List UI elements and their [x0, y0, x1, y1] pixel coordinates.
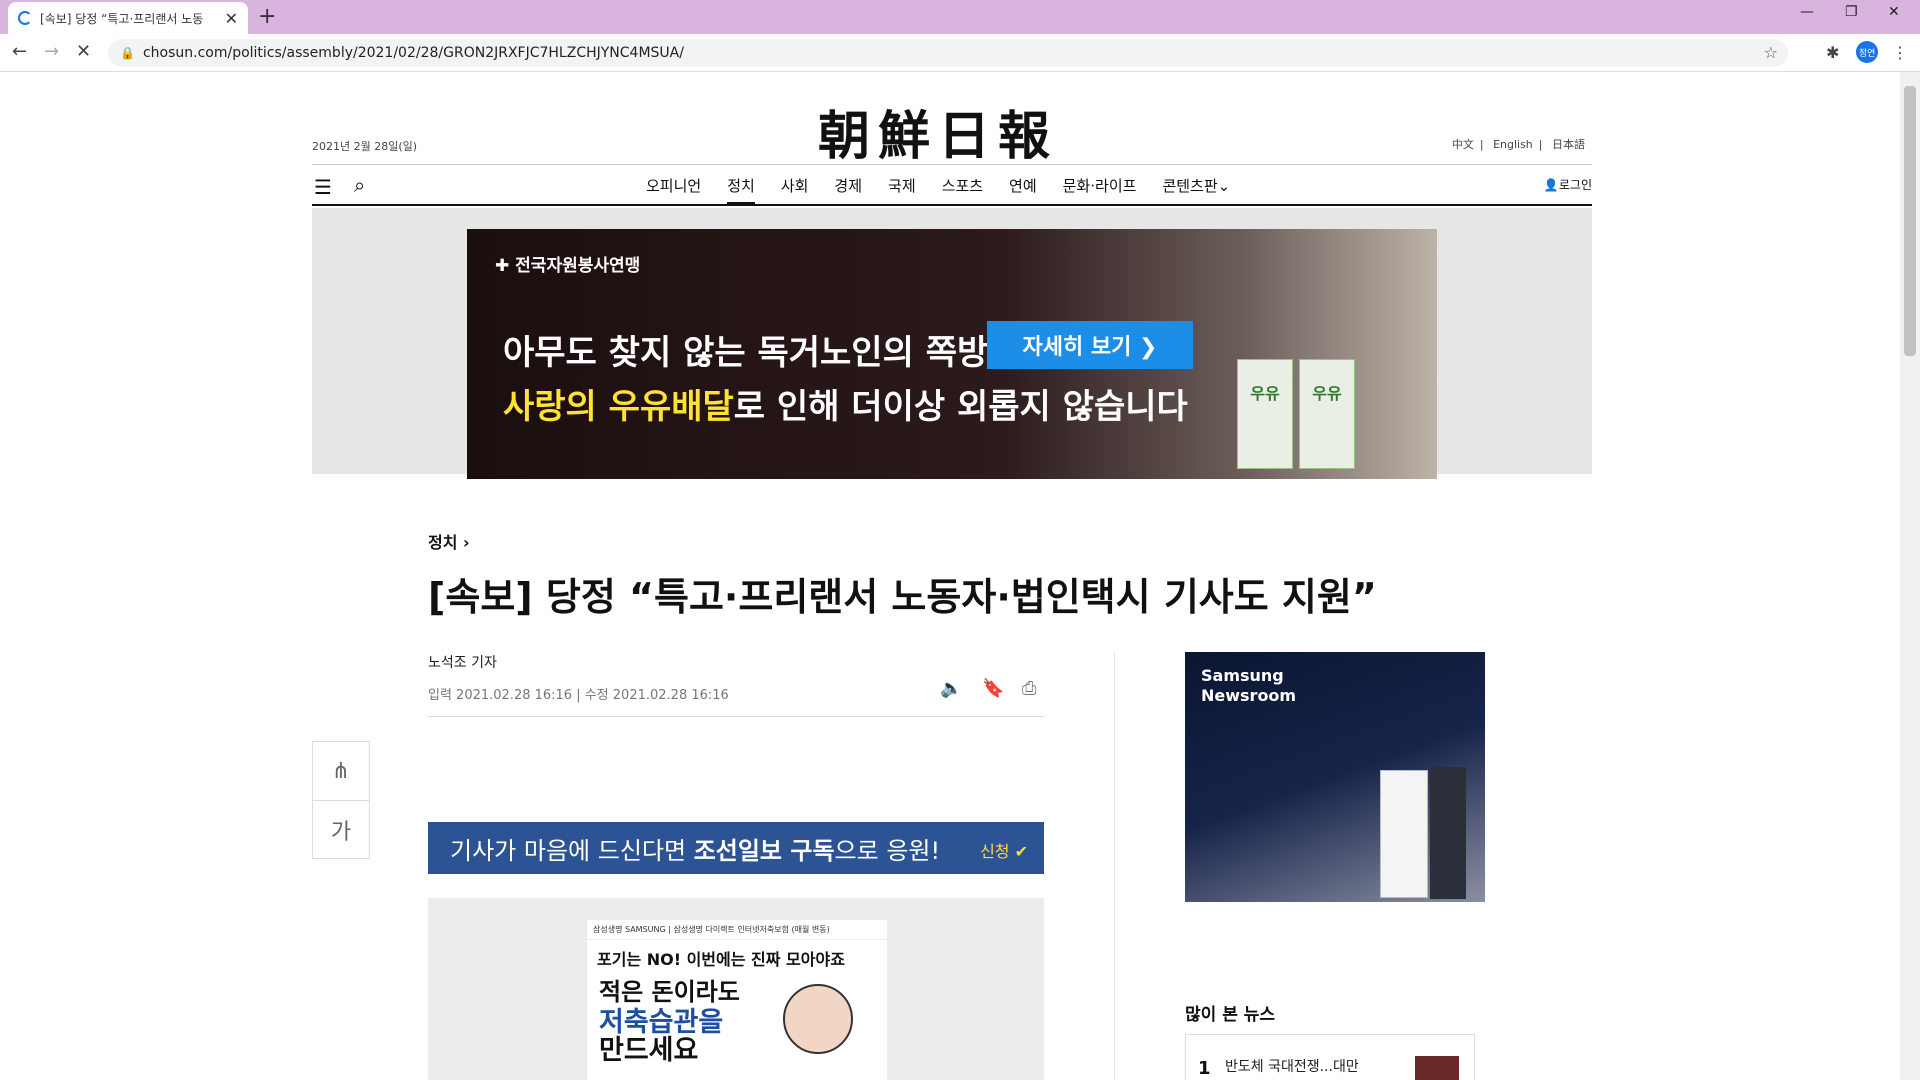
in-article-ad-area: 삼성생명 SAMSUNG | 삼성생명 다이렉트 인터넷저축보험 (매월 변동)… — [428, 898, 1044, 1080]
bookmark-icon[interactable]: 🔖 — [982, 678, 1004, 699]
url-text: chosun.com/politics/assembly/2021/02/28/… — [142, 45, 684, 61]
top-ad-area: ✚ 전국자원봉사연맹 아무도 찾지 않는 독거노인의 쪽방 사랑의 우유배달로 … — [312, 208, 1592, 479]
menu-dots-icon[interactable]: ⋮ — [1892, 43, 1908, 62]
chevron-down-icon: ⌄ — [1217, 177, 1231, 195]
volunteer-banner-ad[interactable]: ✚ 전국자원봉사연맹 아무도 찾지 않는 독거노인의 쪽방 사랑의 우유배달로 … — [467, 229, 1437, 479]
page: 朝鮮日報 2021년 2월 28일(일) 中文 | English | 日本語 ☰ … — [0, 72, 1900, 1080]
nav-item-society[interactable]: 사회 — [781, 175, 809, 204]
tab-title: [속보] 당정 “특고·프리랜서 노동 — [40, 11, 204, 26]
today-date: 2021년 2월 28일(일) — [312, 140, 418, 153]
subscribe-text: 기사가 마음에 드신다면 조선일보 구독으로 응원! — [450, 831, 940, 866]
main-nav: ☰ ⌕ 오피니언 정치 사회 경제 국제 스포츠 연예 문화·라이프 콘텐츠판⌄… — [312, 164, 1592, 206]
banner-org: ✚ 전국자원봉사연맹 — [495, 251, 640, 276]
banner-line2-rest: 로 인해 더이상 외롭지 않습니다 — [733, 387, 1188, 427]
font-size-button[interactable]: 가 — [313, 800, 369, 858]
hamburger-icon[interactable]: ☰ — [314, 175, 332, 199]
nav-item-entertainment[interactable]: 연예 — [1009, 175, 1037, 204]
subscribe-apply-button[interactable]: 신청 ✔ — [980, 838, 1028, 862]
restore-icon[interactable]: ❐ — [1845, 4, 1858, 20]
browser-tab-bar: [속보] 당정 “특고·프리랜서 노동 ✕ + — ❐ ✕ — [0, 0, 1920, 34]
login-label: 로그인 — [1558, 178, 1592, 192]
samsung-newsroom-ad[interactable]: Samsung Newsroom — [1185, 652, 1485, 902]
lock-icon: 🔒 — [120, 46, 135, 60]
subscribe-text-post: 으로 응원! — [834, 836, 941, 865]
samsung-ad-title-line1: Samsung — [1201, 666, 1284, 685]
close-tab-icon[interactable]: ✕ — [225, 9, 238, 28]
forward-icon[interactable]: → — [44, 41, 59, 62]
popular-item-thumbnail[interactable] — [1415, 1056, 1459, 1080]
popular-item-title[interactable]: 반도체 국대전쟁...대만 TSMC, 삼성의 '초격차 전략'으로 삼성 넘다 — [1225, 1057, 1375, 1080]
language-links: 中文 | English | 日本語 — [1451, 138, 1585, 151]
nav-item-contents[interactable]: 콘텐츠판⌄ — [1162, 175, 1230, 204]
search-icon[interactable]: ⌕ — [354, 173, 365, 197]
audio-speaker-icon[interactable]: 🔈 — [940, 678, 962, 699]
close-window-icon[interactable]: ✕ — [1888, 4, 1900, 20]
banner-org-label: 전국자원봉사연맹 — [515, 256, 641, 276]
subscribe-text-strong: 조선일보 구독 — [693, 836, 835, 865]
loading-spinner-icon — [18, 11, 32, 25]
back-icon[interactable]: ← — [12, 41, 27, 62]
ad-top-line: 삼성생명 SAMSUNG | 삼성생명 다이렉트 인터넷저축보험 (매월 변동) — [587, 920, 887, 940]
popular-rank: 1 — [1198, 1058, 1211, 1079]
lang-japanese[interactable]: 日本語 — [1552, 138, 1585, 151]
samsung-ad-title: Samsung Newsroom — [1201, 666, 1296, 706]
url-input[interactable]: 🔒 chosun.com/politics/assembly/2021/02/2… — [108, 39, 1788, 67]
section-breadcrumb[interactable]: 정치 › — [428, 529, 470, 553]
nav-item-opinion[interactable]: 오피니언 — [646, 175, 701, 204]
page-scrollbar[interactable] — [1900, 72, 1920, 1080]
side-tools: ⋔ 가 — [312, 741, 370, 859]
nav-item-sports[interactable]: 스포츠 — [942, 175, 983, 204]
profile-avatar[interactable]: 정연 — [1856, 41, 1878, 63]
login-link[interactable]: 👤로그인 — [1544, 176, 1592, 193]
browser-tab[interactable]: [속보] 당정 “특고·프리랜서 노동 ✕ — [8, 2, 248, 34]
nav-item-international[interactable]: 국제 — [888, 175, 916, 204]
nav-item-economy[interactable]: 경제 — [834, 175, 862, 204]
nav-menu: 오피니언 정치 사회 경제 국제 스포츠 연예 문화·라이프 콘텐츠판⌄ — [646, 175, 1230, 204]
scrollbar-thumb[interactable] — [1904, 86, 1916, 356]
article-headline: [속보] 당정 “특고·프리랜서 노동자·법인택시 기사도 지원” — [428, 575, 1377, 619]
address-bar: ← → ✕ 🔒 chosun.com/politics/assembly/202… — [0, 34, 1920, 72]
popular-news-title: 많이 본 뉴스 — [1185, 1005, 1276, 1025]
banner-line2: 사랑의 우유배달로 인해 더이상 외롭지 않습니다 — [503, 379, 1188, 428]
banner-line1: 아무도 찾지 않는 독거노인의 쪽방 — [503, 333, 989, 373]
nav-item-contents-label: 콘텐츠판 — [1162, 177, 1218, 195]
insurance-ad[interactable]: 삼성생명 SAMSUNG | 삼성생명 다이렉트 인터넷저축보험 (매월 변동)… — [587, 920, 887, 1080]
print-icon[interactable]: ⎙ — [1022, 678, 1036, 699]
banner-highlight: 사랑의 우유배달 — [503, 387, 734, 427]
bookmark-star-icon[interactable]: ☆ — [1764, 43, 1778, 62]
nav-item-culture-life[interactable]: 문화·라이프 — [1063, 175, 1137, 204]
stop-icon[interactable]: ✕ — [76, 41, 91, 62]
site-logo[interactable]: 朝鮮日報 — [818, 94, 1058, 169]
closet-image — [1430, 767, 1466, 899]
subscribe-banner[interactable]: 기사가 마음에 드신다면 조선일보 구독으로 응원! 신청 ✔ — [428, 822, 1044, 874]
extensions-icon[interactable]: ✱ — [1826, 43, 1839, 62]
banner-cta-button[interactable]: 자세히 보기 ❯ — [987, 321, 1193, 369]
ad-character-illustration — [783, 984, 853, 1054]
lang-english[interactable]: English — [1493, 138, 1533, 151]
article-byline[interactable]: 노석조 기자 — [428, 652, 497, 672]
ad-subline: 포기는 NO! 이번에는 진짜 모아야죠 — [597, 950, 845, 969]
meta-divider — [428, 716, 1044, 717]
samsung-ad-title-line2: Newsroom — [1201, 686, 1297, 705]
share-icon[interactable]: ⋔ — [313, 742, 369, 800]
milk-carton: 우유 — [1299, 359, 1355, 469]
milk-carton: 우유 — [1237, 359, 1293, 469]
lang-chinese[interactable]: 中文 — [1452, 138, 1474, 151]
minimize-icon[interactable]: — — [1800, 4, 1814, 20]
column-divider — [1114, 652, 1115, 1080]
new-tab-button[interactable]: + — [258, 4, 276, 29]
user-icon: 👤 — [1543, 178, 1559, 192]
nav-item-politics[interactable]: 정치 — [727, 175, 755, 204]
subscribe-text-pre: 기사가 마음에 드신다면 — [450, 836, 694, 865]
cross-logo-icon: ✚ — [495, 256, 516, 276]
article-timestamp: 입력 2021.02.28 16:16 | 수정 2021.02.28 16:1… — [428, 688, 729, 703]
washer-image — [1380, 770, 1428, 898]
